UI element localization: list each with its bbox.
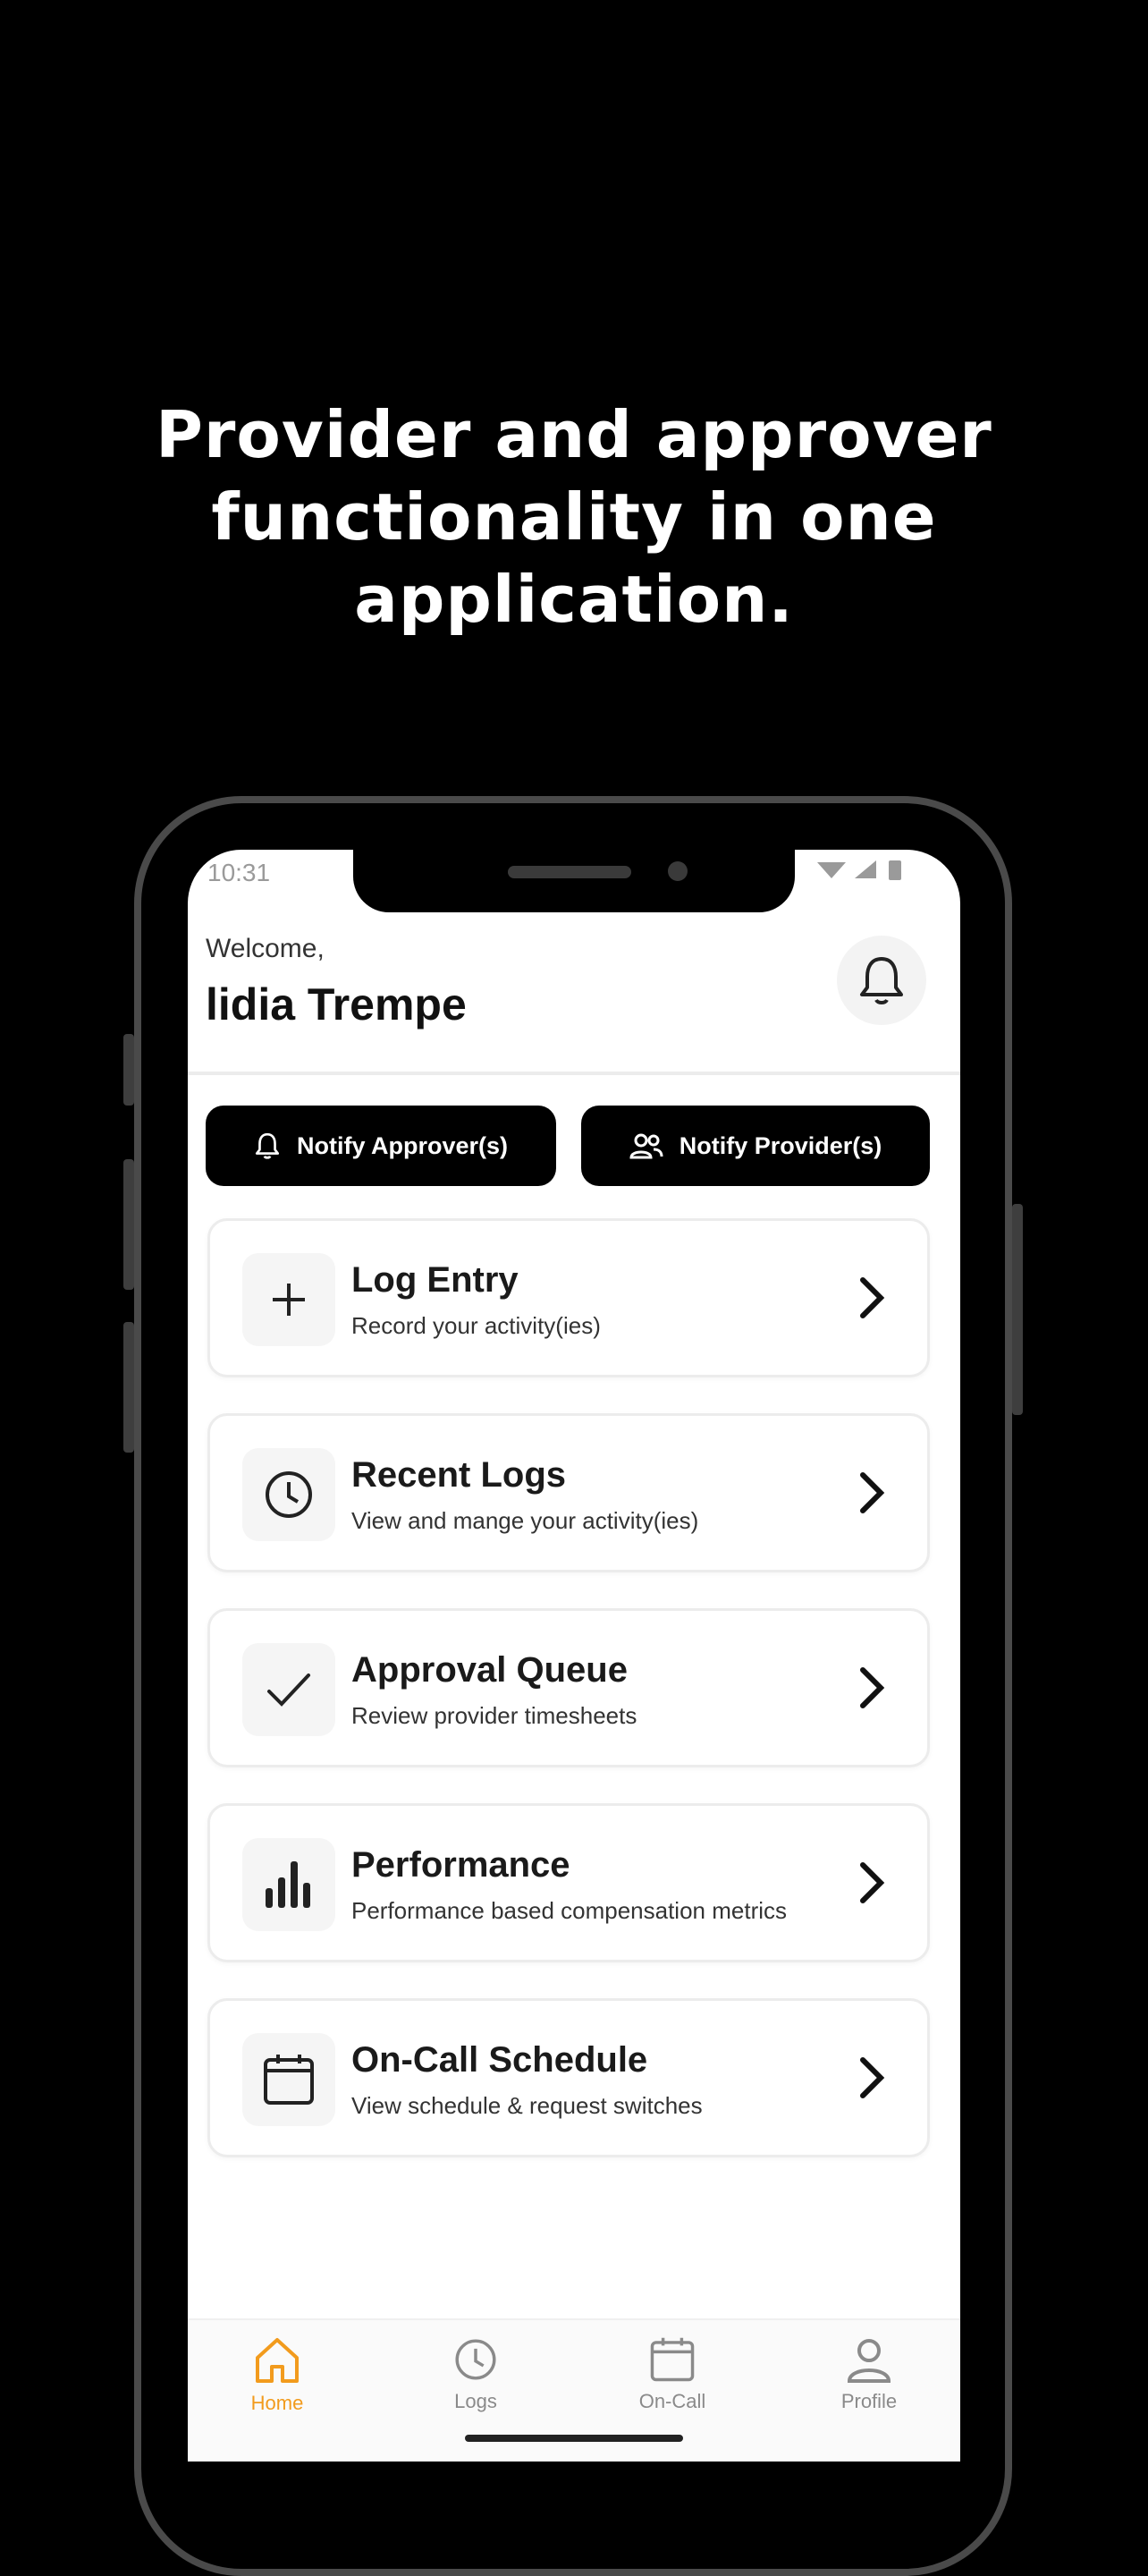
phone-side-button-power <box>1012 1204 1023 1415</box>
header-divider <box>188 1072 960 1075</box>
chevron-right-icon <box>860 1862 885 1903</box>
menu-card-title: On-Call Schedule <box>351 2040 648 2080</box>
headline-line-1: Provider and approver <box>156 397 992 472</box>
menu-card-approval-queue[interactable]: Approval Queue Review provider timesheet… <box>207 1608 930 1767</box>
notify-approvers-label: Notify Approver(s) <box>296 1131 508 1159</box>
notify-providers-label: Notify Provider(s) <box>679 1131 882 1159</box>
status-time: 10:31 <box>207 859 271 886</box>
menu-card-subtitle: Record your activity(ies) <box>351 1312 601 1339</box>
headline: Provider and approver functionality in o… <box>0 394 1148 640</box>
menu-card-icon-box <box>242 2033 335 2126</box>
bar-chart-icon <box>266 1861 310 1908</box>
tab-on-call-label: On-Call <box>638 2390 706 2412</box>
calendar-icon <box>650 2337 695 2382</box>
tab-home[interactable]: Home <box>215 2336 340 2415</box>
clock-icon <box>266 1471 312 1518</box>
menu-card-recent-logs[interactable]: Recent Logs View and mange your activity… <box>207 1413 930 1572</box>
notifications-button[interactable] <box>837 936 926 1025</box>
chevron-right-icon <box>860 1277 885 1318</box>
menu-card-icon-box <box>242 1253 335 1346</box>
check-icon <box>267 1674 310 1707</box>
phone-side-button-volume-up <box>123 1159 134 1290</box>
chevron-right-icon <box>860 1472 885 1513</box>
welcome-label: Welcome, <box>206 934 325 963</box>
phone-side-button-mute <box>123 1034 134 1106</box>
home-indicator <box>465 2435 683 2442</box>
user-icon <box>847 2339 891 2383</box>
tab-logs-label: Logs <box>454 2390 497 2412</box>
menu-card-on-call-schedule[interactable]: On-Call Schedule View schedule & request… <box>207 1998 930 2157</box>
phone-side-button-volume-down <box>123 1322 134 1453</box>
users-icon <box>629 1133 663 1159</box>
menu-card-performance[interactable]: Performance Performance based compensati… <box>207 1803 930 1962</box>
clock-icon <box>455 2339 496 2380</box>
tab-logs[interactable]: Logs <box>413 2336 538 2413</box>
phone-notch <box>353 850 795 912</box>
menu-card-icon-box <box>242 1838 335 1931</box>
home-icon <box>256 2338 299 2383</box>
menu-card-icon-box <box>242 1448 335 1541</box>
calendar-icon <box>264 2055 314 2105</box>
menu-card-subtitle: Review provider timesheets <box>351 1702 637 1729</box>
plus-icon <box>273 1284 305 1316</box>
tab-profile[interactable]: Profile <box>806 2336 932 2413</box>
menu-card-subtitle: View and mange your activity(ies) <box>351 1507 699 1534</box>
user-name: lidia Trempe <box>206 979 467 1030</box>
menu-card-icon-box <box>242 1643 335 1736</box>
menu-card-title: Performance <box>351 1845 570 1885</box>
headline-line-2: functionality in one <box>211 479 937 555</box>
status-icons <box>815 857 932 890</box>
menu-card-log-entry[interactable]: Log Entry Record your activity(ies) <box>207 1218 930 1377</box>
bell-icon <box>255 1132 280 1159</box>
menu-card-subtitle: View schedule & request switches <box>351 2092 703 2119</box>
tab-home-label: Home <box>250 2392 304 2414</box>
menu-card-title: Log Entry <box>351 1260 519 1300</box>
chevron-right-icon <box>860 2057 885 2098</box>
menu-card-subtitle: Performance based compensation metrics <box>351 1897 788 1924</box>
chevron-right-icon <box>860 1667 885 1708</box>
notify-providers-button[interactable]: Notify Provider(s) <box>581 1106 930 1186</box>
menu-card-title: Recent Logs <box>351 1455 567 1495</box>
headline-line-3: application. <box>354 562 794 637</box>
notify-approvers-button[interactable]: Notify Approver(s) <box>206 1106 556 1186</box>
phone-speaker <box>508 866 631 878</box>
phone-camera <box>668 861 688 881</box>
tab-profile-label: Profile <box>840 2390 898 2412</box>
menu-card-title: Approval Queue <box>351 1650 628 1690</box>
signal-icon <box>817 860 901 880</box>
tab-on-call[interactable]: On-Call <box>610 2336 735 2413</box>
bell-icon <box>860 957 903 1004</box>
